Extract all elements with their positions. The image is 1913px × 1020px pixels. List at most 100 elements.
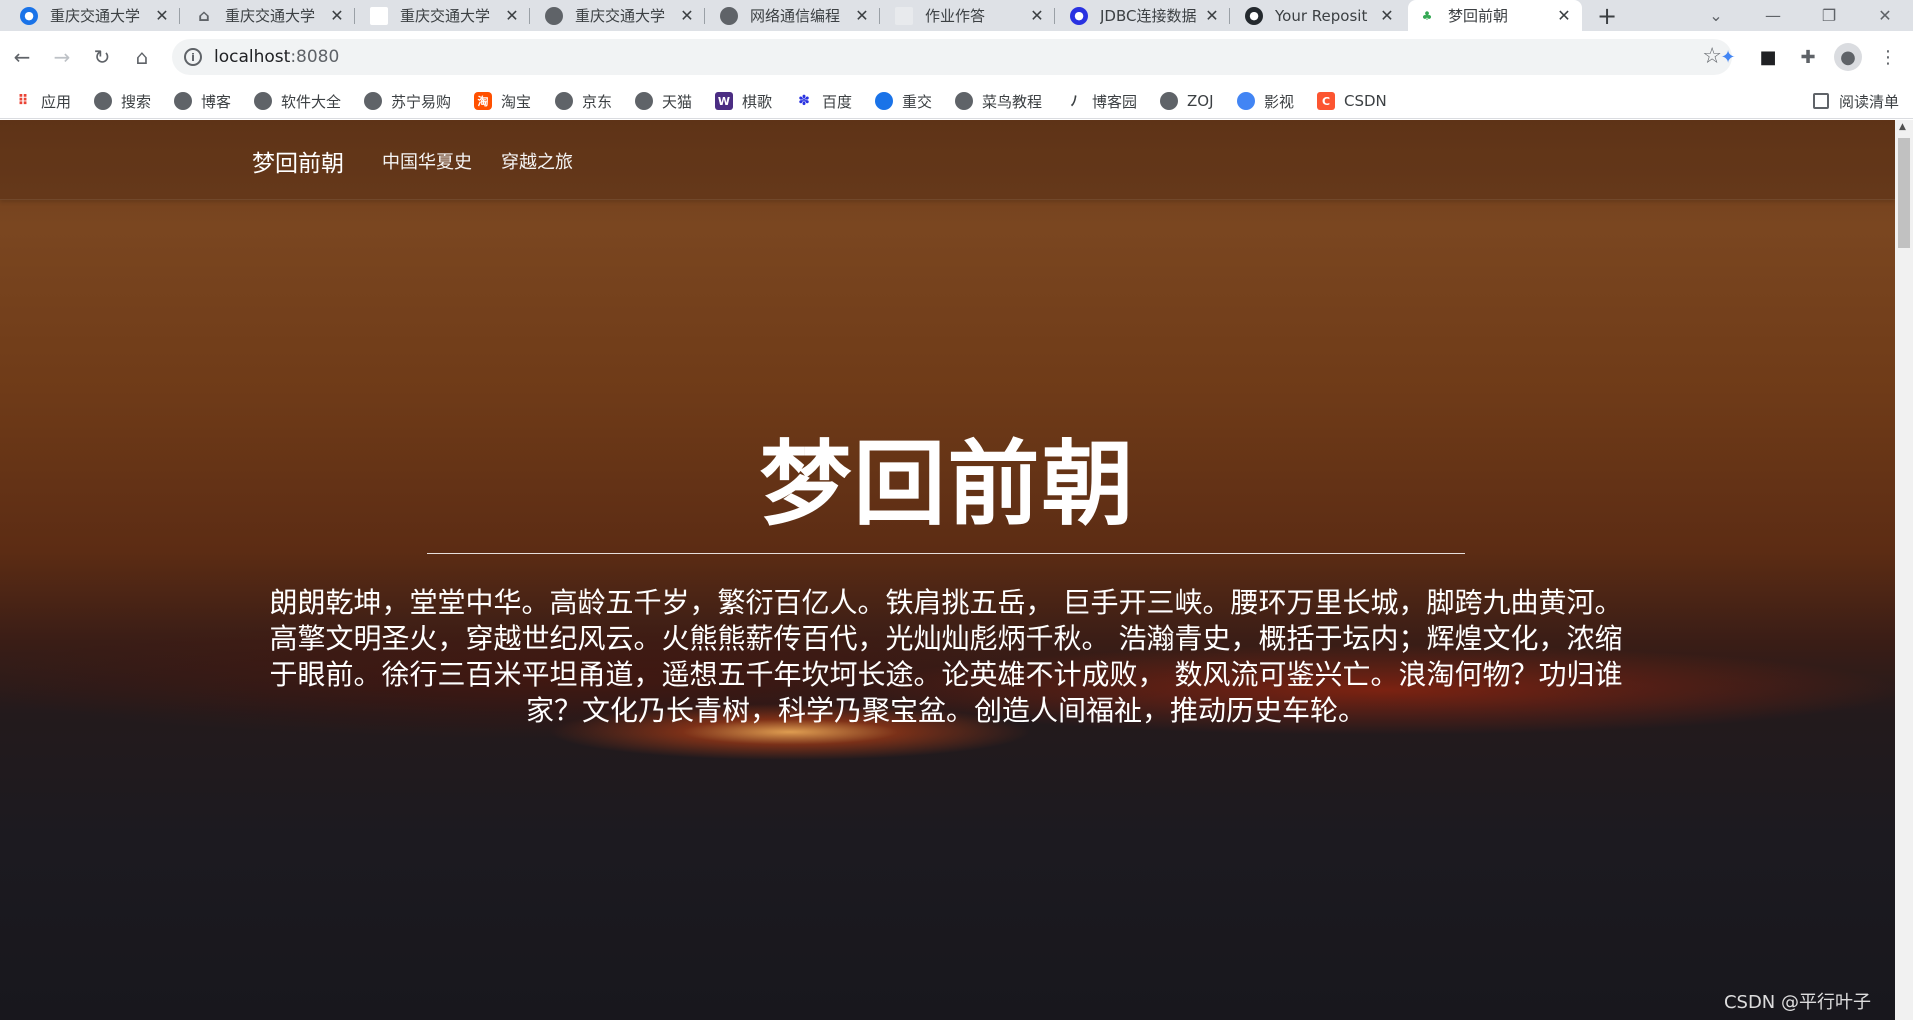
bookmark-item[interactable]: ZOJ	[1160, 88, 1214, 114]
address-url[interactable]: localhost:8080	[214, 47, 339, 67]
browser-tab[interactable]: 重庆交通大学 ✕	[360, 0, 530, 31]
tab-separator	[1054, 8, 1055, 24]
home-button[interactable]: ⌂	[126, 41, 158, 73]
tab-separator	[529, 8, 530, 24]
bookmark-item[interactable]: W 棋歌	[715, 88, 772, 114]
close-icon[interactable]: ✕	[679, 6, 695, 25]
browser-tab[interactable]: 作业作答 ✕	[885, 0, 1055, 31]
bookmark-item[interactable]: 搜索	[94, 88, 151, 114]
bookmark-apps[interactable]: ⠿ 应用	[14, 88, 71, 114]
reload-button[interactable]: ↻	[86, 41, 118, 73]
close-icon[interactable]: ✕	[154, 6, 170, 25]
minimize-button[interactable]: —	[1745, 0, 1801, 31]
close-icon[interactable]: ✕	[329, 6, 345, 25]
extensions-puzzle-icon[interactable]: ✚	[1794, 43, 1822, 71]
bookmark-item[interactable]: ✽ 百度	[795, 88, 852, 114]
close-icon[interactable]: ✕	[1204, 6, 1220, 25]
blank-page-icon	[895, 6, 913, 25]
close-icon[interactable]: ✕	[854, 6, 870, 25]
site-navbar: 梦回前朝 中国华夏史 穿越之旅	[0, 120, 1895, 200]
csdn-watermark: CSDN @平行叶子	[1723, 992, 1871, 1013]
bookmark-label: CSDN	[1344, 92, 1387, 110]
globe-icon	[254, 92, 272, 110]
bookmark-item[interactable]: 博客	[174, 88, 231, 114]
globe-icon	[94, 92, 112, 110]
close-icon[interactable]: ✕	[1556, 6, 1572, 25]
extension-bird-icon[interactable]: ✦	[1714, 43, 1742, 71]
browser-tab-active[interactable]: ♣ 梦回前朝 ✕	[1408, 0, 1582, 31]
film-icon	[1237, 92, 1255, 110]
new-tab-button[interactable]: +	[1592, 0, 1622, 31]
tab-search-chevron-icon[interactable]: ⌄	[1688, 0, 1744, 31]
close-icon[interactable]: ✕	[1379, 6, 1395, 25]
bookmark-label: 博客园	[1092, 92, 1138, 111]
tab-title: 梦回前朝	[1448, 7, 1509, 25]
leaf-icon: ♣	[1421, 8, 1433, 23]
tab-strip: ● 重庆交通大学 ✕ ⌂ 重庆交通大学 ✕ 重庆交通大学 ✕ 重庆交通大学 ✕ …	[0, 0, 1913, 31]
globe-icon	[1160, 92, 1178, 110]
hero-divider	[427, 553, 1465, 554]
extension-mask-icon[interactable]: ■	[1754, 43, 1782, 71]
bookmark-item[interactable]: 影视	[1237, 88, 1294, 114]
page-viewport: 梦回前朝 中国华夏史 穿越之旅 梦回前朝 朗朗乾坤，堂堂中华。高龄五千岁，繁衍百…	[0, 120, 1895, 1020]
close-window-button[interactable]: ✕	[1857, 0, 1913, 31]
page-scrollbar[interactable]: ▲	[1895, 120, 1913, 1020]
globe-icon	[955, 92, 973, 110]
bookmark-item[interactable]: 京东	[555, 88, 612, 114]
address-bar[interactable]: i localhost:8080 ☆	[172, 39, 1732, 75]
github-icon: ●	[1245, 6, 1263, 25]
globe-icon	[364, 92, 382, 110]
browser-tab[interactable]: ● 重庆交通大学 ✕	[10, 0, 180, 31]
tab-title: 网络通信编程	[750, 7, 841, 25]
scrollbar-thumb[interactable]	[1898, 138, 1910, 248]
restore-button[interactable]: ❐	[1801, 0, 1857, 31]
site-brand-link[interactable]: 梦回前朝	[252, 144, 344, 178]
globe-icon	[174, 92, 192, 110]
bookmark-label: 博客	[201, 92, 232, 111]
close-icon[interactable]: ✕	[504, 6, 520, 25]
bookmark-label: 淘宝	[501, 92, 532, 111]
baidu-icon: ●	[1070, 6, 1088, 25]
bookmark-label: ZOJ	[1187, 92, 1214, 110]
hero-title: 梦回前朝	[759, 431, 1136, 538]
bookmark-item[interactable]: 苏宁易购	[364, 88, 451, 114]
bookmark-label: 菜鸟教程	[982, 92, 1043, 111]
bookmark-item[interactable]: 淘 淘宝	[474, 88, 531, 114]
back-button[interactable]: ←	[6, 41, 38, 73]
tab-separator	[179, 8, 180, 24]
browser-tab[interactable]: ● Your Reposit ✕	[1235, 0, 1405, 31]
baidu-icon: ✽	[798, 93, 810, 109]
scroll-up-arrow-icon[interactable]: ▲	[1899, 122, 1906, 132]
bookmark-item[interactable]: 重交	[875, 88, 932, 114]
bookmark-item[interactable]: 菜鸟教程	[955, 88, 1042, 114]
bookmark-label: 软件大全	[281, 92, 342, 111]
tab-title: 作业作答	[925, 7, 986, 25]
bookmark-item[interactable]: 软件大全	[254, 88, 341, 114]
bookmark-item[interactable]: 天猫	[635, 88, 692, 114]
csdn-icon: C	[1317, 92, 1335, 110]
forward-button[interactable]: →	[46, 41, 78, 73]
tab-title: Your Reposit	[1275, 6, 1368, 25]
reading-list-button[interactable]: 阅读清单	[1812, 88, 1899, 114]
cnblogs-icon: ﾉ	[1070, 94, 1078, 110]
nav-link-travel[interactable]: 穿越之旅	[501, 148, 573, 174]
browser-tab[interactable]: 重庆交通大学 ✕	[535, 0, 705, 31]
bookmark-label: 应用	[41, 92, 72, 111]
browser-toolbar: ← → ↻ ⌂ i localhost:8080 ☆ ✦ ■ ✚ ● ⋮	[0, 31, 1913, 83]
browser-tab[interactable]: ● JDBC连接数据 ✕	[1060, 0, 1230, 31]
globe-icon	[545, 6, 563, 25]
site-info-icon[interactable]: i	[184, 48, 202, 66]
menu-kebab-icon[interactable]: ⋮	[1874, 43, 1902, 71]
profile-avatar-icon[interactable]: ●	[1834, 43, 1862, 71]
w-letter-icon: W	[715, 92, 733, 110]
bookmark-item[interactable]: ﾉ 博客园	[1065, 88, 1138, 114]
bookmark-item[interactable]: C CSDN	[1317, 88, 1387, 114]
bookmark-label: 棋歌	[742, 92, 773, 111]
tab-title: 重庆交通大学	[225, 7, 316, 25]
close-icon[interactable]: ✕	[1029, 6, 1045, 25]
browser-tab[interactable]: 网络通信编程 ✕	[710, 0, 880, 31]
browser-tab[interactable]: ⌂ 重庆交通大学 ✕	[185, 0, 355, 31]
tab-title: JDBC连接数据	[1100, 7, 1197, 25]
nav-link-history[interactable]: 中国华夏史	[382, 148, 472, 174]
globe-icon	[635, 92, 653, 110]
